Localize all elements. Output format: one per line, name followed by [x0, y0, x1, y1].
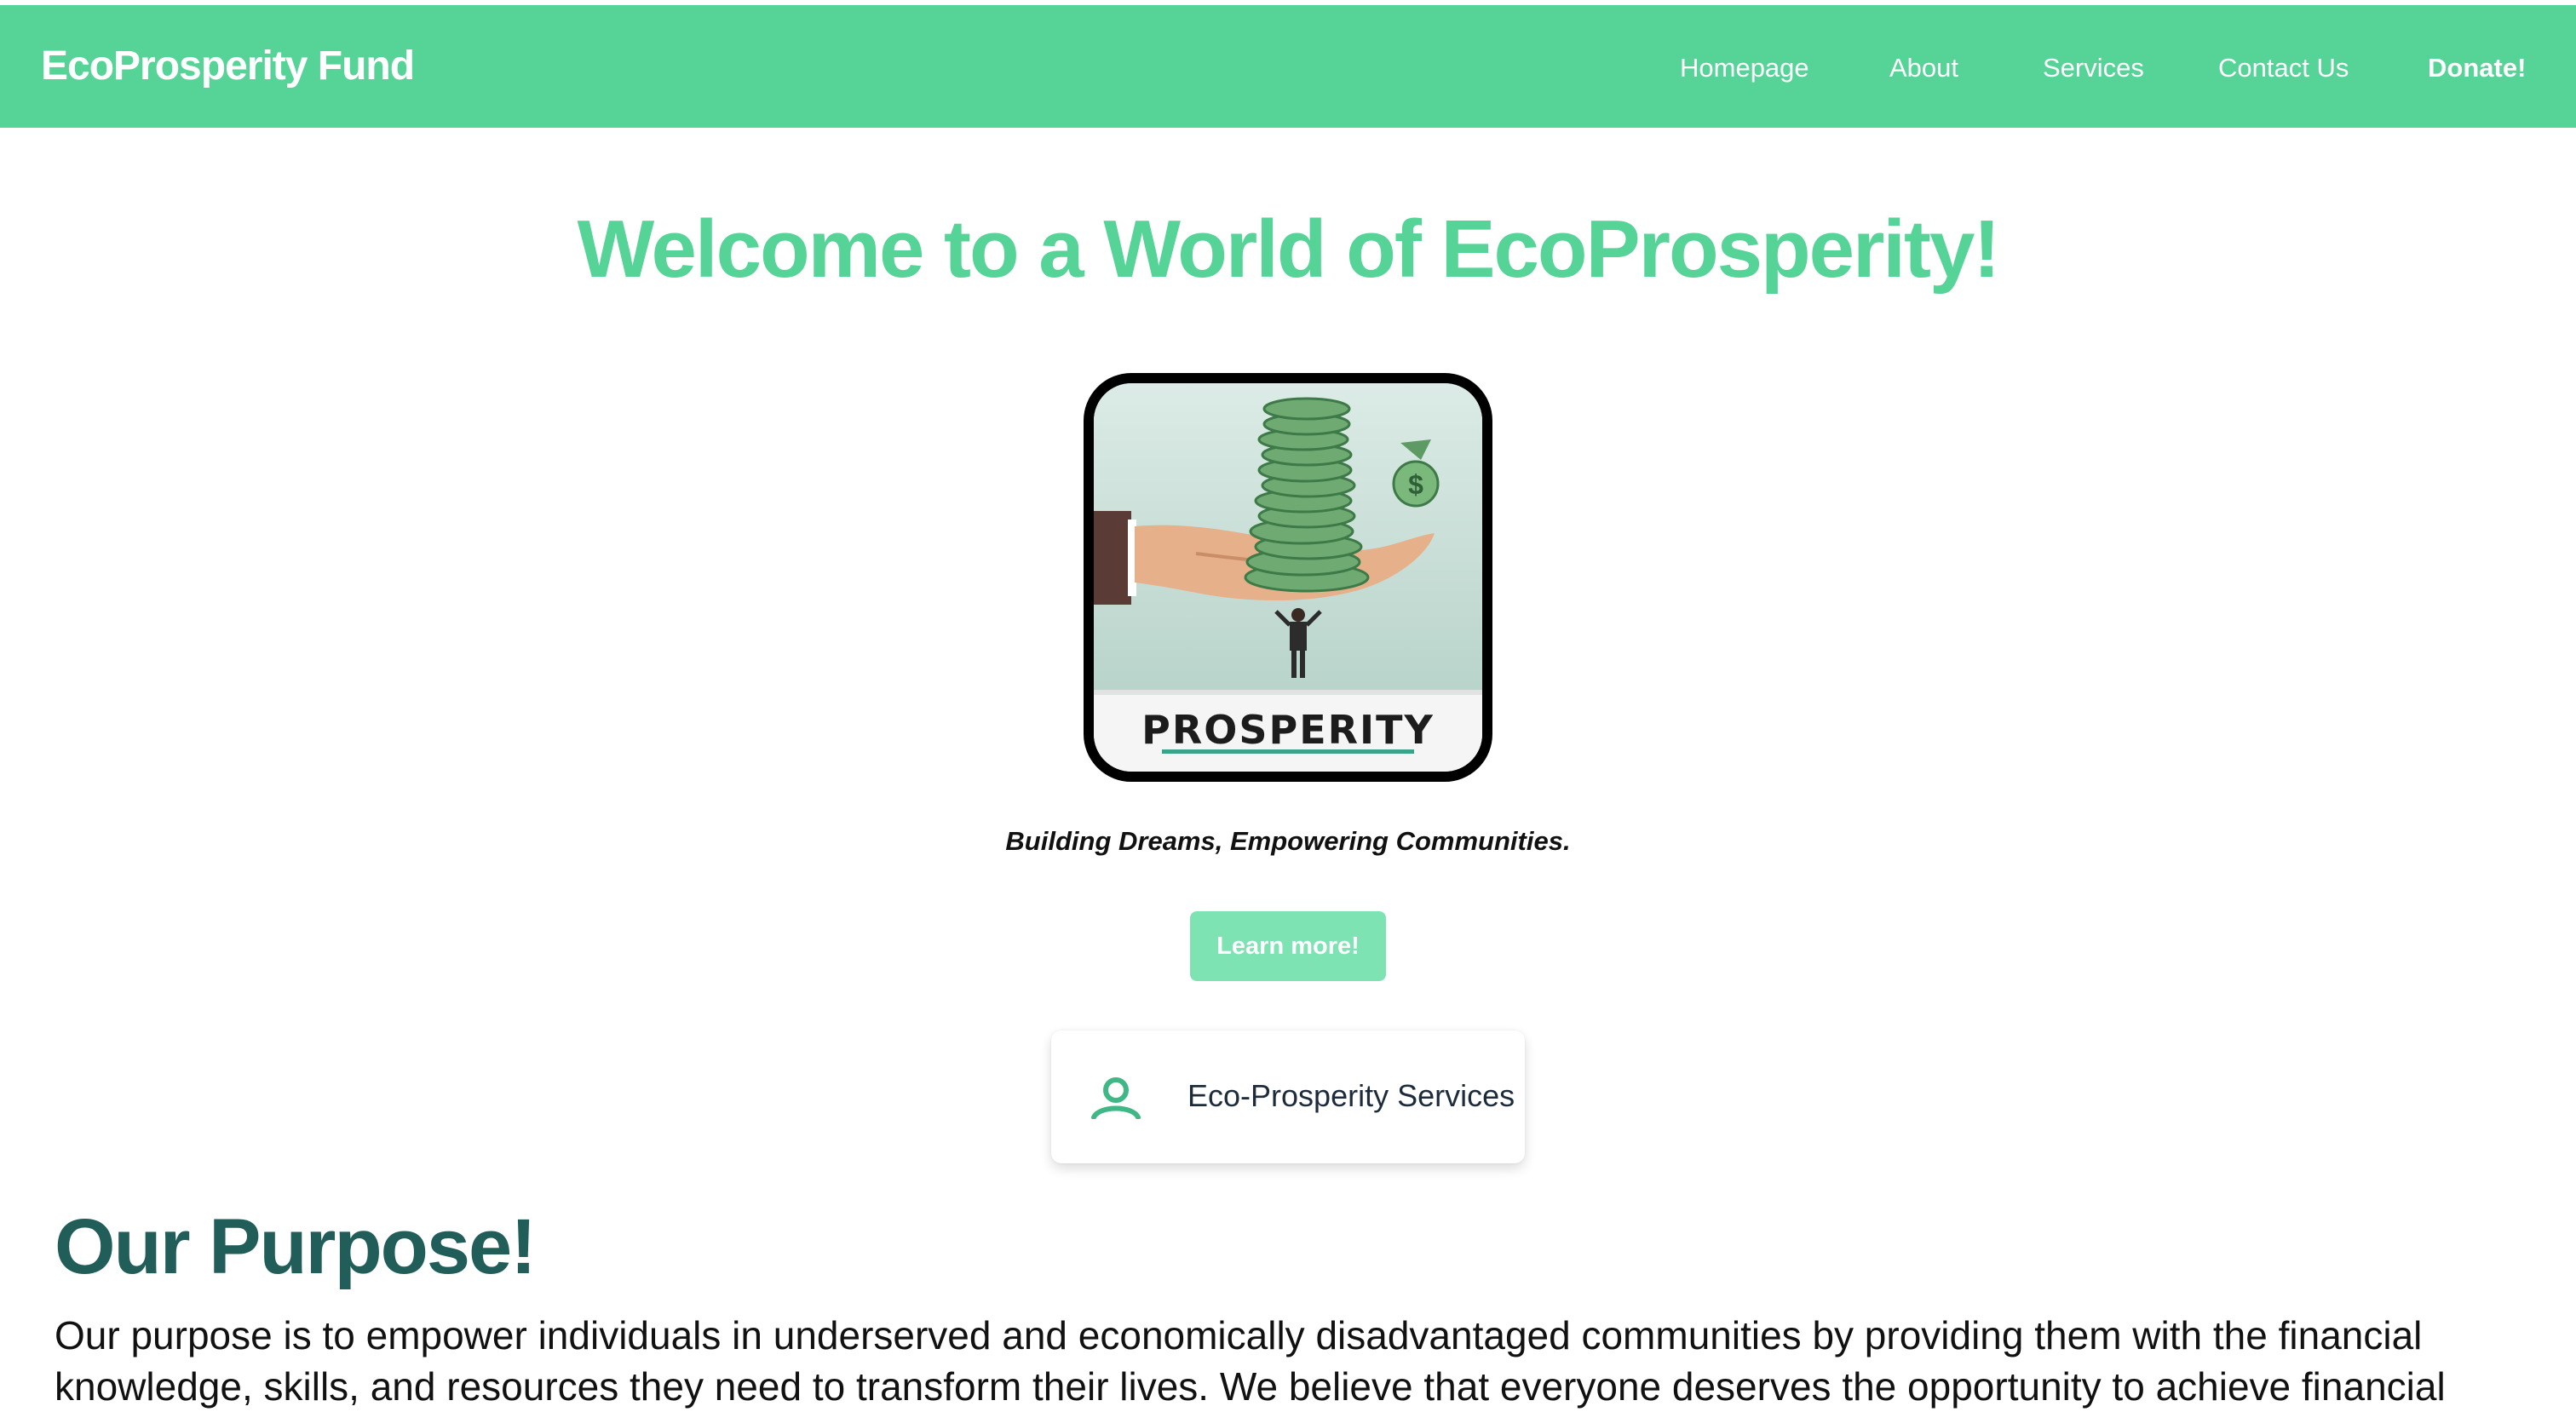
purpose-paragraph: Our purpose is to empower individuals in…	[55, 1313, 2446, 1409]
nav-link-about[interactable]: About	[1889, 53, 1958, 83]
nav-link-contact-us[interactable]: Contact Us	[2218, 53, 2349, 83]
learn-more-button[interactable]: Learn more!	[1190, 911, 1386, 981]
nav-link-services[interactable]: Services	[2043, 53, 2144, 83]
brand-logo-text[interactable]: EcoProsperity Fund	[41, 43, 415, 89]
purpose-heading: Our Purpose!	[55, 1203, 537, 1290]
hero-tagline: Building Dreams, Empowering Communities.	[1005, 826, 1571, 856]
svg-text:$: $	[1408, 469, 1423, 500]
nav-link-homepage[interactable]: Homepage	[1680, 53, 1809, 83]
user-icon	[1091, 1077, 1141, 1119]
prosperity-hero-image: $ PROSPERITY	[1084, 373, 1492, 782]
eco-prosperity-services-card[interactable]: Eco-Prosperity Services	[1051, 1030, 1525, 1163]
services-card-label: Eco-Prosperity Services	[1187, 1078, 1515, 1113]
hero-image-caption: PROSPERITY	[1141, 707, 1435, 753]
top-navbar: EcoProsperity Fund Homepage About Servic…	[0, 5, 2576, 128]
welcome-heading: Welcome to a World of EcoProsperity!	[577, 204, 2001, 295]
nav-link-donate[interactable]: Donate!	[2428, 53, 2526, 83]
